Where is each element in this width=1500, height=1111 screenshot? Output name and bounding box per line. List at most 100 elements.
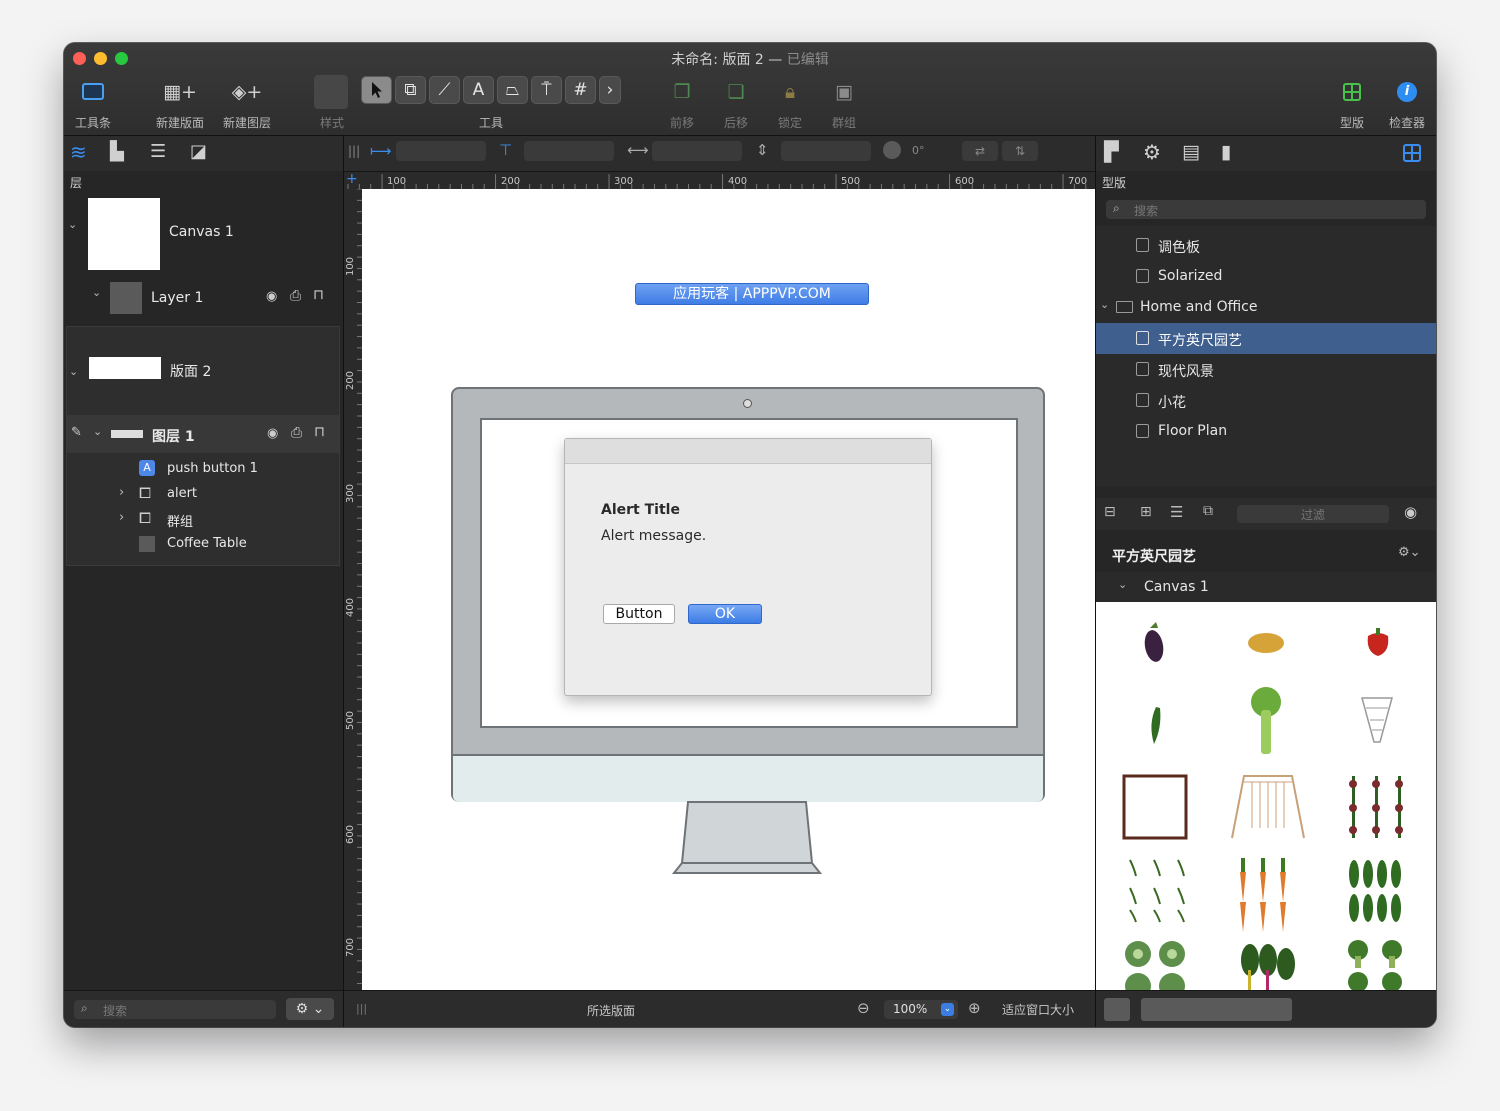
stencil-item-selected[interactable]: 平方英尺园艺 <box>1096 323 1436 354</box>
eye-icon[interactable]: ◉ <box>1404 503 1417 521</box>
layer-label[interactable]: 版面 2 <box>170 361 211 381</box>
stencil-grid-icon[interactable] <box>1403 144 1421 162</box>
stencil-item[interactable]: 调色板 <box>1158 237 1200 257</box>
alert-dialog[interactable]: Alert Title Alert message. Button OK <box>564 438 932 696</box>
rotation-value[interactable]: 0° <box>912 144 925 157</box>
pepper-shape[interactable] <box>1367 628 1389 656</box>
properties-icon[interactable]: ▤ <box>1182 141 1200 163</box>
drag-handle-icon[interactable]: ||| <box>356 1002 367 1015</box>
flip-vertical-button[interactable]: ⇅ <box>1002 141 1038 161</box>
stencils-search-field[interactable]: ⌕ 搜索 <box>1106 200 1426 219</box>
more-tools-button[interactable]: › <box>599 76 621 104</box>
stencil-canvas-row[interactable]: ⌄ Canvas 1 <box>1096 572 1436 602</box>
line-tool-button[interactable]: ⟋ <box>429 76 460 104</box>
trellis-shape[interactable] <box>1231 775 1305 839</box>
filter-field[interactable]: 过滤 <box>1237 505 1389 523</box>
bring-forward-button[interactable]: ❐ 前移 <box>662 81 702 131</box>
flip-horizontal-button[interactable]: ⇄ <box>962 141 998 161</box>
zoom-select[interactable]: 100% ⌄ <box>884 1000 958 1019</box>
chevron-right-icon[interactable]: › <box>119 485 124 500</box>
visibility-eye-icon[interactable]: ◉ <box>266 289 277 304</box>
width-field[interactable] <box>652 141 742 161</box>
shape-tool-button[interactable]: ⧉ <box>395 76 426 104</box>
canvas-inspector-icon[interactable]: ▛ <box>1104 141 1119 163</box>
x-position-field[interactable] <box>396 141 486 161</box>
visibility-eye-icon[interactable]: ◉ <box>267 426 278 441</box>
carrots-shape[interactable] <box>1240 858 1286 932</box>
document-icon[interactable]: ▮ <box>1221 141 1231 163</box>
chili-shape[interactable] <box>1151 707 1161 744</box>
print-icon[interactable]: ⎙ <box>291 425 302 441</box>
stencil-options-icon[interactable]: ⚙︎⌄ <box>1398 545 1421 560</box>
gear-icon[interactable]: ⚙︎ <box>1143 140 1161 164</box>
object-row[interactable]: › ⧠ alert <box>67 482 339 506</box>
stencil-item[interactable]: Solarized <box>1158 268 1222 284</box>
rotation-knob-icon[interactable] <box>883 141 901 159</box>
chevron-down-icon[interactable]: ⌄ <box>1100 298 1109 311</box>
outline-tab-icon[interactable]: ☰ <box>150 141 170 162</box>
unlock-icon[interactable]: ⊓ <box>314 424 325 440</box>
object-row[interactable]: Coffee Table <box>67 532 339 556</box>
tomato-cage-shape[interactable] <box>1361 697 1393 743</box>
drawing-canvas[interactable]: 应用玩客 | APPPVP.COM Alert Title Alert mess… <box>362 189 1095 990</box>
new-canvas-button[interactable]: ▦+ 新建版面 <box>152 81 208 131</box>
chevron-down-icon[interactable]: ⌄ <box>68 218 77 231</box>
pen-tool-button[interactable]: ⏢ <box>497 76 528 104</box>
seedlings-shape[interactable] <box>1349 776 1403 838</box>
canvas-row[interactable]: ⌄ Canvas 1 <box>64 192 343 272</box>
drag-handle-icon[interactable]: ||| <box>348 144 360 158</box>
list-view-icon[interactable]: ☰ <box>1170 503 1183 521</box>
broccoli-shape[interactable] <box>1348 940 1402 990</box>
layer-row-selected[interactable]: ✎ ⌄ 图层 1 ◉ ⎙ ⊓ <box>67 415 339 453</box>
chevron-down-icon[interactable]: ⌄ <box>92 286 101 299</box>
alert-ok-button[interactable]: OK <box>688 604 762 624</box>
stencils-toolbar-button[interactable]: 型版 <box>1332 81 1372 131</box>
layer-row[interactable]: ⌄ Layer 1 ◉ ⎙ ⊓ <box>64 276 343 316</box>
object-row[interactable]: › ⧠ 群组 <box>67 507 339 531</box>
new-layer-button[interactable]: ◈+ 新建图层 <box>219 81 275 131</box>
chevron-down-icon[interactable]: ⌄ <box>1118 578 1127 591</box>
layers-options-button[interactable]: ⚙︎ ⌄ <box>286 998 334 1020</box>
lock-button[interactable]: 🔒︎ 锁定 <box>770 81 810 131</box>
eggplant-shape[interactable] <box>1142 622 1165 663</box>
group-button[interactable]: ▣ 群组 <box>824 81 864 131</box>
inspector-toolbar-button[interactable]: i 检查器 <box>1382 81 1432 131</box>
stencil-item[interactable]: 现代风景 <box>1158 361 1214 381</box>
collapse-icon[interactable]: ⊟ <box>1104 504 1116 520</box>
celery-shape[interactable] <box>1251 687 1281 754</box>
y-position-field[interactable] <box>524 141 614 161</box>
object-row[interactable]: A push button 1 <box>67 457 339 481</box>
navigator-tab-icon[interactable]: ◪ <box>190 141 210 162</box>
stencil-preview-swatch[interactable] <box>1104 998 1130 1021</box>
zoom-out-icon[interactable]: ⊖ <box>857 999 870 1017</box>
potato-shape[interactable] <box>1248 633 1284 653</box>
unlock-icon[interactable]: ⊓ <box>313 287 324 303</box>
chevron-down-icon[interactable]: ⌄ <box>93 425 102 438</box>
diagram-tool-button[interactable]: ⍑ <box>531 76 562 104</box>
stencil-folder[interactable]: Home and Office <box>1140 299 1257 315</box>
stencil-item[interactable]: 小花 <box>1158 392 1186 412</box>
alert-button[interactable]: Button <box>603 604 675 624</box>
fit-window-button[interactable]: 适应窗口大小 <box>1002 1001 1074 1018</box>
select-tool-button[interactable] <box>361 76 392 104</box>
layers-tab-icon[interactable]: ≋ <box>70 141 92 163</box>
chevron-right-icon[interactable]: › <box>119 510 124 525</box>
zoom-in-icon[interactable]: ⊕ <box>968 999 981 1017</box>
beans-shape[interactable] <box>1129 859 1185 923</box>
style-button[interactable]: 样式 <box>312 75 352 131</box>
chevron-down-icon[interactable]: ⌄ <box>69 365 78 378</box>
layers-search-field[interactable]: ⌕ 搜索 <box>74 1000 276 1019</box>
cabbages-shape[interactable] <box>1125 941 1185 990</box>
canvases-tab-icon[interactable]: ▙ <box>110 141 130 162</box>
arrange-view-icon[interactable]: ⧉ <box>1203 503 1213 519</box>
text-tool-button[interactable]: A <box>463 76 494 104</box>
planter-box-shape[interactable] <box>1122 774 1188 840</box>
height-field[interactable] <box>781 141 871 161</box>
print-icon[interactable]: ⎙ <box>290 288 301 304</box>
chard-shape[interactable] <box>1241 944 1295 990</box>
send-backward-button[interactable]: ❏ 后移 <box>716 81 756 131</box>
leeks-shape[interactable] <box>1349 860 1401 922</box>
stencil-item[interactable]: Floor Plan <box>1158 423 1227 439</box>
grid-view-icon[interactable]: ⊞ <box>1140 504 1152 520</box>
toolbar-toggle-button[interactable]: 工具条 <box>70 81 120 131</box>
